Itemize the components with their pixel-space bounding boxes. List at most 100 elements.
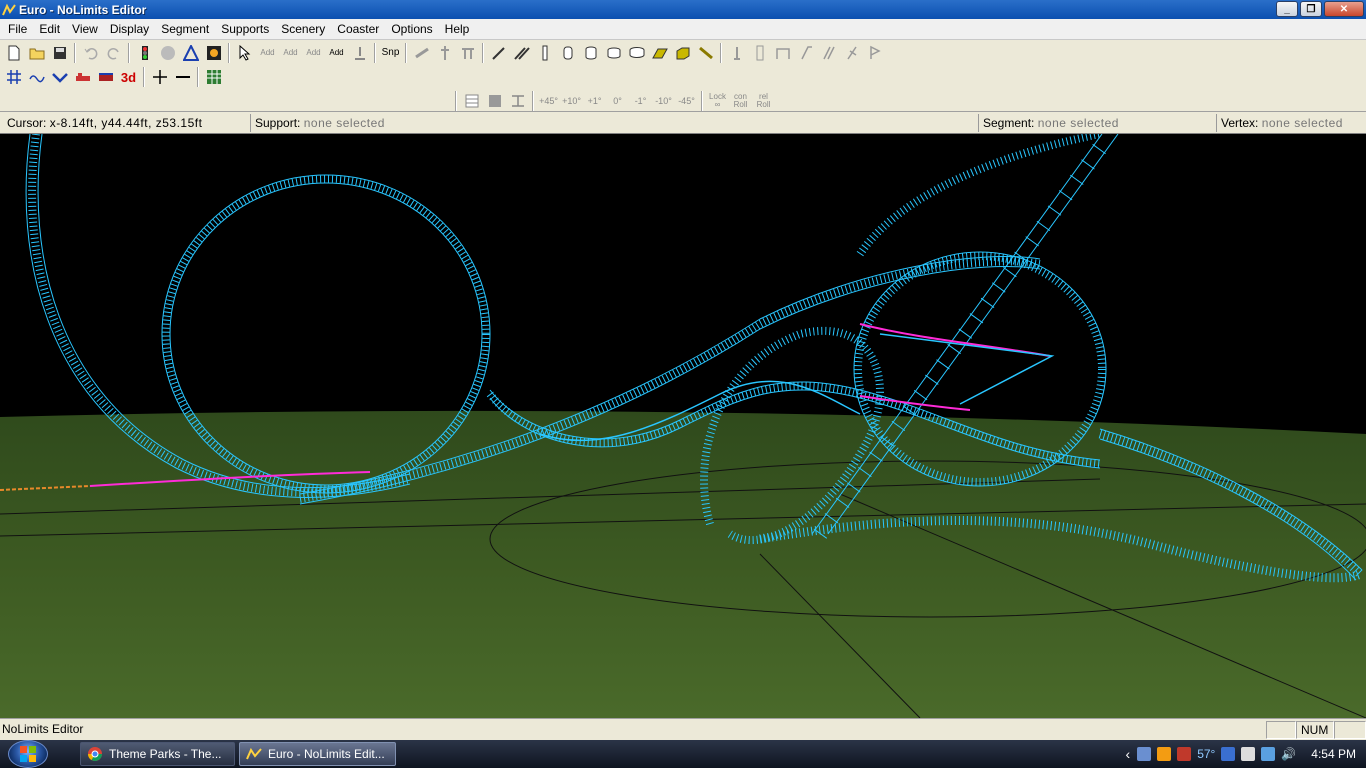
add-vertex-button[interactable]: Add [256,42,279,64]
spreadsheet-icon[interactable] [202,66,225,88]
network-icon[interactable] [1261,747,1276,761]
open-folder-icon[interactable] [25,42,48,64]
weather-temp[interactable]: 57° [1197,747,1215,761]
cross-support-icon[interactable] [840,42,863,64]
split-icon[interactable] [506,90,529,112]
double-pencil-icon[interactable] [510,42,533,64]
con-roll-label: Roll [733,100,748,109]
view-3d-button[interactable]: 3d [117,66,140,88]
monitor-icon[interactable] [1221,747,1236,761]
con-roll-button[interactable]: con Roll [729,90,752,112]
roll-plus-45-button[interactable]: +45° [537,90,560,112]
wide-drum-icon[interactable] [625,42,648,64]
plank-icon[interactable] [648,42,671,64]
pillar-icon[interactable] [433,42,456,64]
menu-edit[interactable]: Edit [33,19,66,40]
slant-support-icon[interactable] [794,42,817,64]
roll-plus-1-button[interactable]: +1° [583,90,606,112]
warning-triangle-icon[interactable] [179,42,202,64]
segment-value: none selected [1037,116,1119,130]
view-toolbar: 3d [2,65,225,89]
cylinder-icon[interactable] [579,42,602,64]
roll-zero-button[interactable]: 0° [606,90,629,112]
ground-terrain [0,410,1366,718]
menu-view[interactable]: View [66,19,104,40]
maximize-button[interactable]: ❐ [1300,1,1322,17]
minimize-button[interactable]: _ [1276,1,1298,17]
box-icon[interactable] [671,42,694,64]
slant-double-icon[interactable] [817,42,840,64]
clipboard-icon[interactable] [1241,747,1256,761]
roll-minus-10-button[interactable]: -10° [652,90,675,112]
add-node-button[interactable]: Add [325,42,348,64]
redo-icon[interactable] [102,42,125,64]
menu-coaster[interactable]: Coaster [331,19,385,40]
menu-supports[interactable]: Supports [215,19,275,40]
stop-icon[interactable] [156,42,179,64]
undo-icon[interactable] [79,42,102,64]
flag-support-icon[interactable] [863,42,886,64]
valley-icon[interactable] [48,66,71,88]
beam-diagonal-icon[interactable] [694,42,717,64]
toolbar-separator [143,67,145,87]
wave-icon[interactable] [25,66,48,88]
status-text: NoLimits Editor [2,722,84,736]
arch-icon[interactable] [771,42,794,64]
title-bar: Euro - NoLimits Editor _ ❐ ✕ [0,0,1366,19]
menu-bar: File Edit View Display Segment Supports … [0,19,1366,40]
table-icon[interactable] [460,90,483,112]
menu-options[interactable]: Options [385,19,438,40]
pencil-icon[interactable] [487,42,510,64]
rod-icon[interactable] [533,42,556,64]
toolbar-separator [74,43,76,63]
select-arrow-icon[interactable] [233,42,256,64]
tube-icon[interactable] [556,42,579,64]
coaster-app-icon [2,3,16,15]
network-status-icon[interactable] [1137,747,1152,761]
lightning-icon[interactable] [1157,747,1172,761]
grid-icon[interactable] [2,66,25,88]
support-tool-icon[interactable] [410,42,433,64]
new-file-icon[interactable] [2,42,25,64]
traffic-light-icon[interactable] [133,42,156,64]
footer-icon[interactable] [348,42,371,64]
roll-minus-45-button[interactable]: -45° [675,90,698,112]
render-icon[interactable] [202,42,225,64]
rel-roll-button[interactable]: rel Roll [752,90,775,112]
editor-viewport[interactable] [0,134,1366,718]
drum-icon[interactable] [602,42,625,64]
main-toolbar: Add Add Add Add Snp [2,41,886,65]
close-button[interactable]: ✕ [1324,1,1364,17]
zoom-out-icon[interactable] [171,66,194,88]
menu-help[interactable]: Help [439,19,476,40]
zoom-in-icon[interactable] [148,66,171,88]
beam-icon[interactable] [456,42,479,64]
menu-display[interactable]: Display [104,19,155,40]
roll-minus-1-button[interactable]: -1° [629,90,652,112]
lock-roll-button[interactable]: Lock ∞ [706,90,729,112]
snap-button[interactable]: Snp [379,42,402,64]
taskbar-item-nolimits[interactable]: Euro - NoLimits Edit... [239,742,396,766]
taskbar-item-theme-parks[interactable]: Theme Parks - The... [80,742,235,766]
add-segment-button[interactable]: Add [279,42,302,64]
clock[interactable]: 4:54 PM [1311,747,1356,761]
tower-icon[interactable] [748,42,771,64]
menu-segment[interactable]: Segment [155,19,215,40]
volume-icon[interactable]: 🔊 [1281,747,1296,761]
add-support-button[interactable]: Add [302,42,325,64]
menu-file[interactable]: File [2,19,33,40]
status-caps-box [1266,721,1296,739]
viewport-canvas[interactable] [0,134,1366,718]
footer-post-icon[interactable] [725,42,748,64]
antivirus-icon[interactable] [1177,747,1192,761]
toolbar-separator [482,43,484,63]
start-button[interactable] [8,740,48,768]
roll-plus-10-button[interactable]: +10° [560,90,583,112]
block-icon[interactable] [483,90,506,112]
menu-scenery[interactable]: Scenery [275,19,331,40]
save-icon[interactable] [48,42,71,64]
tray-expand-icon[interactable]: ‹ [1126,746,1131,762]
train-icon[interactable] [71,66,94,88]
station-icon[interactable] [94,66,117,88]
vertex-info: Vertex: none selected [1216,114,1366,132]
